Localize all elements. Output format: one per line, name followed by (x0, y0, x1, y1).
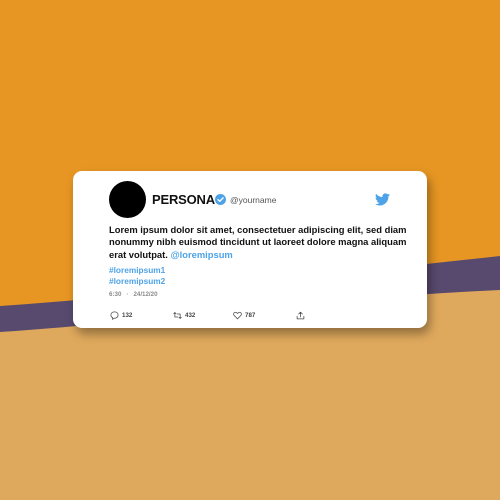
reply-button[interactable]: 132 (110, 310, 132, 320)
avatar[interactable] (109, 181, 146, 218)
reply-count: 132 (122, 311, 133, 319)
share-icon (296, 311, 305, 319)
twitter-bird-icon (375, 193, 390, 206)
tweet-time: 6:30 (109, 291, 122, 298)
like-button[interactable]: 787 (233, 310, 255, 320)
verified-badge-icon (215, 194, 226, 205)
tweet-text: Lorem ipsum dolor sit amet, consectetuer… (109, 224, 409, 261)
hashtag-link[interactable]: #loremipsum2 (109, 276, 165, 286)
user-handle[interactable]: @yourname (230, 195, 276, 205)
retweet-button[interactable]: 432 (173, 310, 195, 320)
tweet-date: 24/12/20 (133, 291, 158, 298)
tweet-timestamp: 6:30 · 24/12/20 (109, 291, 158, 298)
hashtag-link[interactable]: #loremipsum1 (109, 265, 165, 275)
mention-link[interactable]: @loremipsum (170, 249, 232, 260)
display-name[interactable]: PERSONA6 (152, 192, 222, 207)
retweet-icon (173, 311, 182, 319)
retweet-count: 432 (185, 311, 196, 319)
tweet-card: PERSONA6 @yourname Lorem ipsum dolor sit… (73, 171, 427, 328)
share-button[interactable] (296, 310, 308, 320)
reply-icon (110, 311, 119, 320)
heart-icon (233, 311, 242, 319)
tweet-body: Lorem ipsum dolor sit amet, consectetuer… (109, 224, 407, 260)
like-count: 787 (245, 311, 256, 319)
